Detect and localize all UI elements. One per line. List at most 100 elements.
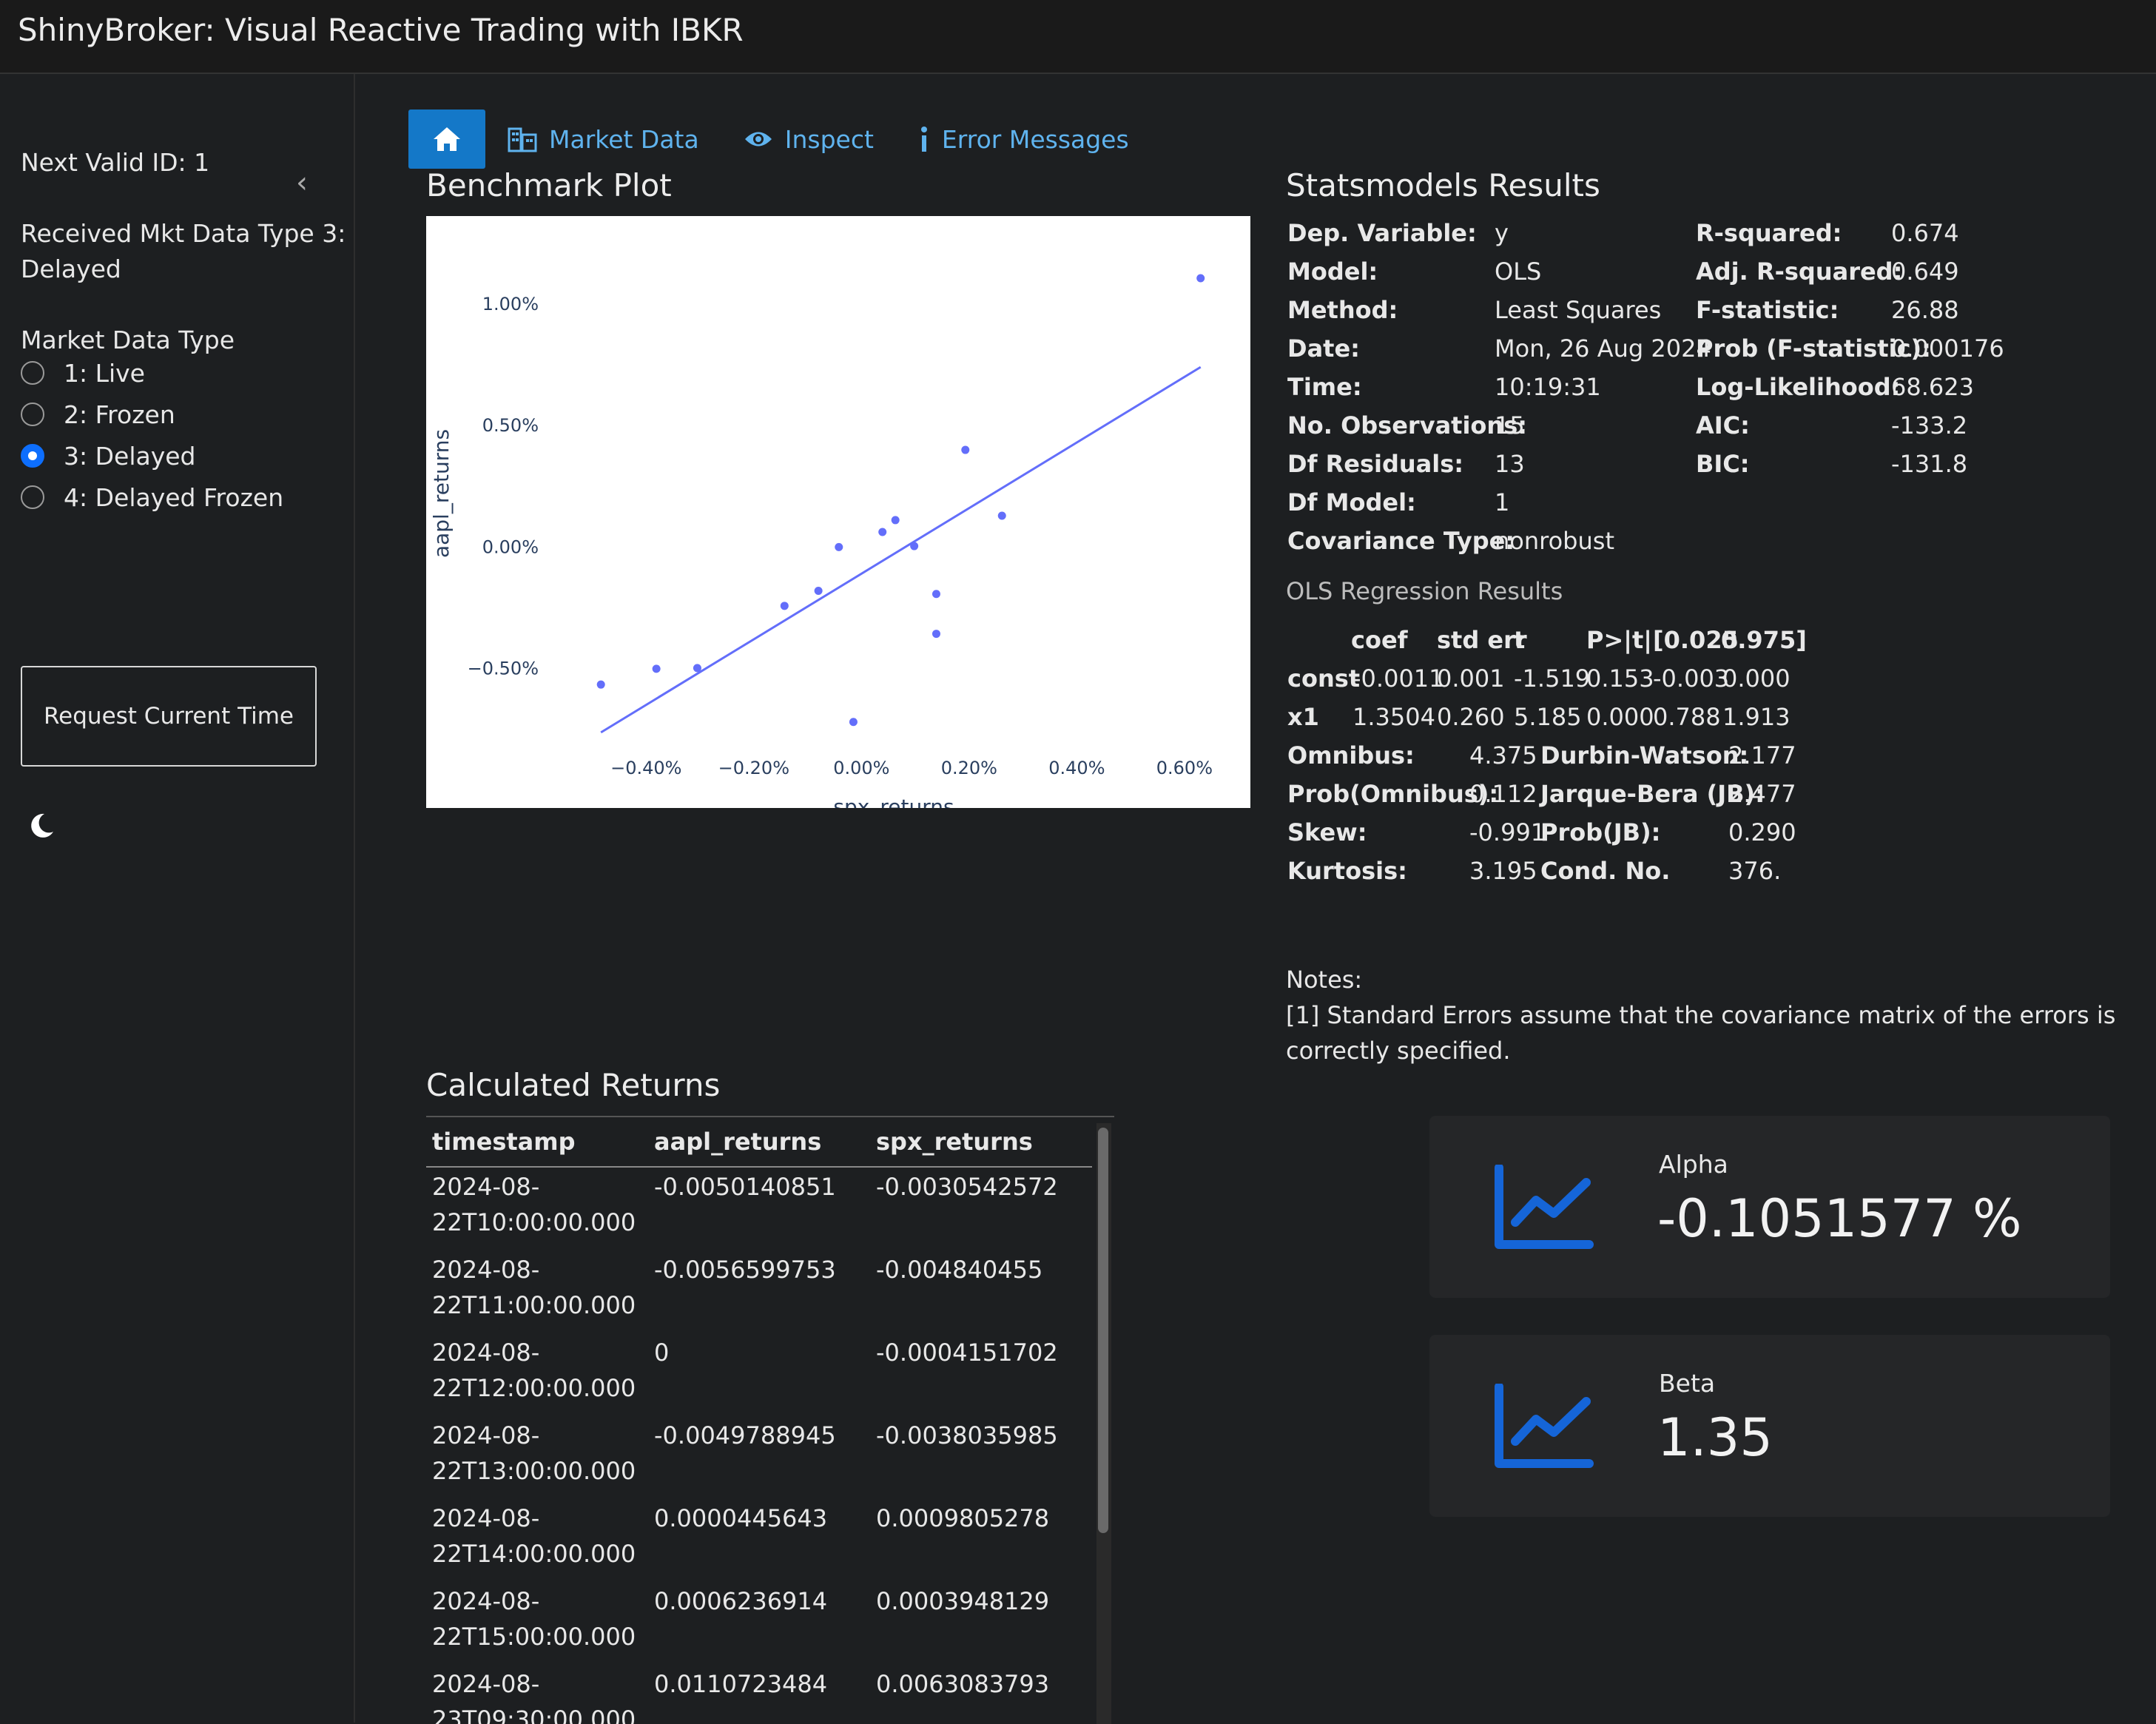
coef-column-header: P>|t| [1586, 626, 1652, 654]
eye-icon [744, 132, 772, 147]
x-tick-label: −0.20% [718, 758, 789, 778]
diag-value: 4.375 [1469, 741, 1537, 770]
radio-label: 1: Live [64, 358, 145, 388]
timestamp-cell-line1: 2024-08- [432, 1504, 540, 1532]
stat-key: Df Residuals: [1287, 450, 1464, 478]
beta-label: Beta [1659, 1369, 1716, 1398]
table-scrollbar-thumb[interactable] [1098, 1128, 1108, 1533]
notes-line2: correctly specified. [1286, 1037, 1511, 1065]
timestamp-cell-line2: 22T12:00:00.000 [432, 1374, 636, 1402]
stat-value: y [1495, 219, 1509, 247]
tab-inspect[interactable]: Inspect [744, 110, 874, 169]
notes-line1: [1] Standard Errors assume that the cova… [1286, 1001, 2116, 1029]
table-row[interactable]: 2024-08- 22T12:00:00.000 0 -0.0004151702 [426, 1333, 1092, 1416]
spx-returns-cell: 0.0003948129 [876, 1587, 1050, 1615]
radio-option-live[interactable]: 1: Live [21, 357, 145, 389]
diag-key: Prob(JB): [1540, 818, 1661, 846]
coef-column-header: t [1514, 626, 1526, 654]
scatter-point [932, 590, 940, 599]
timestamp-cell-line1: 2024-08- [432, 1173, 540, 1201]
stat-key: Method: [1287, 296, 1398, 324]
stat-key: Date: [1287, 334, 1360, 363]
column-header[interactable]: spx_returns [876, 1128, 1033, 1156]
tab-label: Market Data [549, 124, 699, 154]
tab-market-data[interactable]: Market Data [508, 110, 699, 169]
diag-value: 0.112 [1469, 780, 1537, 808]
timestamp-cell-line1: 2024-08- [432, 1339, 540, 1367]
scatter-point [878, 528, 887, 536]
coef-value: 1.3504 [1352, 703, 1435, 731]
table-row[interactable]: 2024-08- 22T13:00:00.000 -0.0049788945 -0.0… [426, 1416, 1092, 1499]
tab-error-messages[interactable]: Error Messages [918, 110, 1129, 169]
building-icon [508, 127, 537, 152]
table-row[interactable]: 2024-08- 22T15:00:00.000 0.0006236914 0.000… [426, 1582, 1092, 1665]
radio-button[interactable] [21, 361, 44, 385]
stat-key: BIC: [1696, 450, 1750, 478]
diag-value: 2.177 [1728, 741, 1796, 770]
column-header[interactable]: timestamp [432, 1128, 576, 1156]
tab-label: Inspect [784, 124, 874, 154]
aapl-returns-cell: 0.0000445643 [654, 1504, 828, 1532]
radio-button[interactable] [21, 403, 44, 426]
y-tick-label: 0.00% [482, 536, 539, 557]
y-axis-title: aapl_returns [429, 429, 454, 558]
stat-key: Adj. R-squared: [1696, 257, 1903, 286]
timestamp-cell-line2: 22T15:00:00.000 [432, 1623, 636, 1651]
radio-label: 2: Frozen [64, 400, 175, 429]
benchmark-plot[interactable]: −0.40% −0.20% 0.00% 0.20% 0.40% 0.60% −0.50% 0.… [426, 216, 1250, 819]
radio-option-frozen[interactable]: 2: Frozen [21, 398, 175, 431]
spx-returns-cell: 0.0063083793 [876, 1670, 1050, 1698]
tab-home[interactable] [408, 110, 485, 169]
moon-icon[interactable] [27, 811, 56, 841]
scatter-point [961, 445, 970, 454]
info-icon [920, 127, 927, 152]
table-row[interactable]: 2024-08- 22T14:00:00.000 0.0000445643 0.000… [426, 1499, 1092, 1582]
aapl-returns-cell: 0.0110723484 [654, 1670, 828, 1698]
coef-column-header: coef [1351, 626, 1408, 654]
coef-value: 0.001 [1437, 664, 1505, 693]
alpha-value: -0.1051577 % [1657, 1188, 2022, 1249]
aapl-returns-cell: 0.0006236914 [654, 1587, 828, 1615]
sidebar: ‹ Next Valid ID: 1 Received Mkt Data Typ… [0, 74, 355, 1723]
stat-value: OLS [1495, 257, 1542, 286]
scatter-point [596, 680, 605, 689]
top-bar: ShinyBroker: Visual Reactive Trading wit… [0, 0, 2156, 74]
table-row[interactable]: 2024-08- 22T11:00:00.000 -0.0056599753 -0.0… [426, 1250, 1092, 1333]
diag-key: Omnibus: [1287, 741, 1415, 770]
table-row[interactable]: 2024-08- 23T09:30:00.000 0.0110723484 0.006… [426, 1665, 1092, 1724]
radio-option-delayed-frozen[interactable]: 4: Delayed Frozen [21, 481, 283, 514]
coef-value: -0.003 [1653, 664, 1730, 693]
x-tick-label: 0.20% [941, 758, 997, 778]
collapse-sidebar-icon[interactable]: ‹ [296, 166, 308, 200]
stat-value: 26.88 [1891, 296, 1959, 324]
radio-option-delayed[interactable]: 3: Delayed [21, 440, 196, 472]
timestamp-cell-line2: 22T10:00:00.000 [432, 1208, 636, 1236]
timestamp-cell-line2: 22T13:00:00.000 [432, 1457, 636, 1485]
diag-value: 2.477 [1728, 780, 1796, 808]
timestamp-cell-line1: 2024-08- [432, 1256, 540, 1284]
coef-value: -0.0011 [1352, 664, 1444, 693]
coef-value: 0.000 [1586, 703, 1654, 731]
stat-value: 1 [1495, 488, 1510, 516]
alpha-card: Alpha -0.1051577 % [1429, 1116, 2110, 1298]
diag-key: Durbin-Watson: [1540, 741, 1749, 770]
scatter-point [835, 542, 843, 551]
coef-row-name: const [1287, 664, 1361, 693]
table-row[interactable]: 2024-08- 22T10:00:00.000 -0.0050140851 -0.0… [426, 1168, 1092, 1250]
diag-key: Kurtosis: [1287, 857, 1407, 885]
radio-label: 3: Delayed [64, 441, 196, 471]
radio-button-selected[interactable] [21, 444, 44, 468]
table-header: timestamp aapl_returns spx_returns [426, 1117, 1092, 1168]
coef-value: 1.913 [1722, 703, 1791, 731]
aapl-returns-cell: -0.0056599753 [654, 1256, 836, 1284]
column-header[interactable]: aapl_returns [654, 1128, 821, 1156]
request-current-time-button[interactable]: Request Current Time [21, 666, 317, 767]
radio-button[interactable] [21, 485, 44, 509]
y-tick-label: 0.50% [482, 415, 539, 436]
scatter-point [814, 586, 823, 595]
coef-column-header: 0.975] [1721, 626, 1807, 654]
stat-key: Df Model: [1287, 488, 1416, 516]
returns-table[interactable]: timestamp aapl_returns spx_returns 2024-… [426, 1116, 1114, 1724]
notes-label: Notes: [1286, 966, 1363, 994]
stat-key: Model: [1287, 257, 1378, 286]
